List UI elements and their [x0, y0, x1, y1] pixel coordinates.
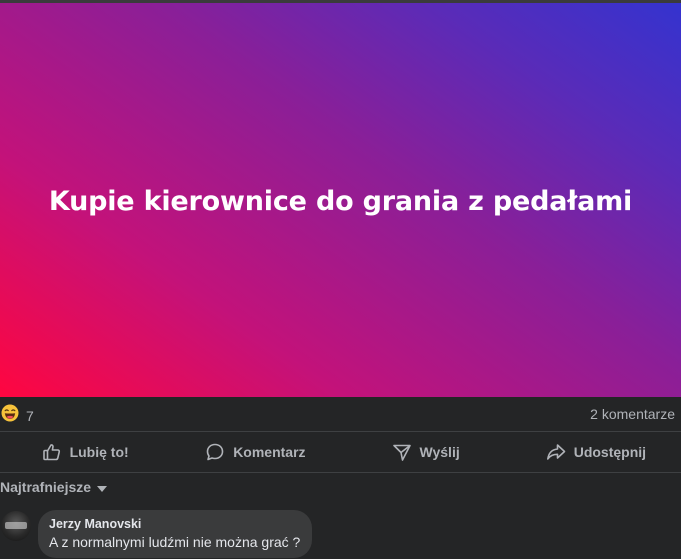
share-button[interactable]: Udostępnij: [511, 432, 681, 472]
comment-label: Komentarz: [233, 444, 306, 460]
laughing-emoji-icon: [1, 404, 19, 427]
avatar-image: [5, 522, 27, 529]
sort-label: Najtrafniejsze: [0, 479, 92, 495]
caret-down-icon: [97, 479, 108, 495]
comment-author[interactable]: Jerzy Manovski: [49, 517, 300, 531]
post-text: Kupie kierownice do grania z pedałami: [48, 185, 633, 217]
post-actions: Lubię to! Komentarz Wyślij Udostępnij: [0, 432, 681, 472]
like-button[interactable]: Lubię to!: [0, 432, 170, 472]
post-stats: 7 2 komentarze: [0, 397, 681, 431]
like-label: Lubię to!: [69, 444, 129, 460]
comment-bubble-icon: [205, 442, 225, 462]
post-background: Kupie kierownice do grania z pedałami: [0, 3, 681, 397]
send-button[interactable]: Wyślij: [341, 432, 511, 472]
divider-bottom: [0, 472, 681, 473]
reaction-count: 7: [26, 407, 34, 424]
comment-sort-dropdown[interactable]: Najtrafniejsze: [0, 479, 108, 495]
thumbs-up-icon: [42, 442, 62, 462]
reactions-summary[interactable]: 7: [1, 404, 34, 427]
avatar[interactable]: [1, 511, 31, 541]
comment-text: A z normalnymi ludźmi nie można grać ?: [49, 534, 301, 550]
send-label: Wyślij: [419, 444, 460, 460]
send-icon: [392, 442, 412, 462]
share-label: Udostępnij: [573, 444, 647, 460]
comment-bubble: Jerzy Manovski A z normalnymi ludźmi nie…: [38, 510, 313, 558]
comment-button[interactable]: Komentarz: [170, 432, 340, 472]
comments-count-link[interactable]: 2 komentarze: [590, 406, 675, 422]
share-arrow-icon: [546, 442, 566, 462]
